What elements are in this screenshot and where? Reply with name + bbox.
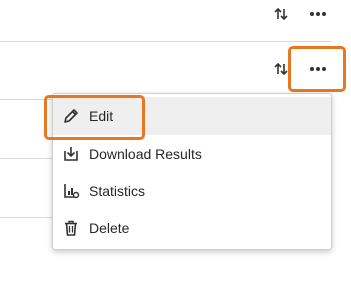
statistics-icon	[61, 181, 81, 201]
more-options-button[interactable]	[306, 4, 330, 24]
menu-item-label: Statistics	[89, 183, 146, 199]
download-icon	[61, 144, 81, 164]
row-divider	[0, 158, 52, 159]
edit-highlight	[44, 95, 145, 140]
sort-arrows-icon	[274, 7, 288, 21]
row-divider	[0, 217, 52, 218]
menu-item-statistics[interactable]: Statistics	[53, 172, 331, 210]
menu-item-label: Download Results	[89, 146, 202, 162]
menu-item-delete[interactable]: Delete	[53, 209, 331, 247]
menu-item-download-results[interactable]: Download Results	[53, 135, 331, 173]
more-options-highlight	[288, 46, 346, 92]
row-divider	[0, 41, 331, 42]
sort-arrows-icon	[274, 62, 288, 76]
sort-button[interactable]	[271, 4, 291, 24]
more-horizontal-icon	[310, 12, 326, 16]
trash-icon	[61, 218, 81, 238]
menu-item-label: Delete	[89, 220, 130, 236]
